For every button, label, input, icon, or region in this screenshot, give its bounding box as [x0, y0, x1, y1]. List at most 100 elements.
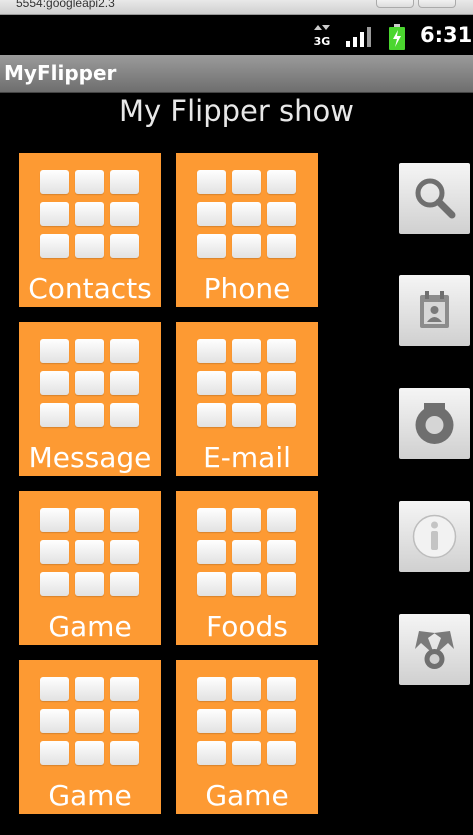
grid-cell	[75, 403, 104, 427]
grid-cell	[197, 540, 226, 564]
emulator-minimize-button[interactable]	[376, 0, 414, 8]
grid-cell	[197, 677, 226, 701]
grid-cell	[40, 741, 69, 765]
grid-cell	[75, 339, 104, 363]
grid-cell	[197, 403, 226, 427]
grid-cell	[267, 540, 296, 564]
grid-cell	[267, 677, 296, 701]
grid-cell	[197, 508, 226, 532]
grid-cell	[232, 572, 261, 596]
grid-cell	[75, 170, 104, 194]
grid-cell	[197, 371, 226, 395]
emulator-maximize-button[interactable]	[418, 0, 456, 8]
tile-label: Game	[205, 779, 289, 812]
grid-cell	[197, 572, 226, 596]
grid-cell	[110, 508, 139, 532]
grid-cell	[40, 170, 69, 194]
share-icon	[415, 631, 454, 669]
tile-label: Contacts	[28, 272, 152, 305]
grid-cell	[40, 234, 69, 258]
tile-foods[interactable]: Foods	[176, 491, 318, 645]
grid-cell	[197, 202, 226, 226]
status-time: 6:31	[420, 23, 473, 47]
tile-contacts[interactable]: Contacts	[19, 153, 161, 307]
tile-phone[interactable]: Phone	[176, 153, 318, 307]
search-button[interactable]	[399, 163, 470, 234]
emulator-window-title: 5554:googleapi2.3	[16, 0, 115, 10]
app-grid-icon	[40, 339, 140, 429]
grid-cell	[197, 709, 226, 733]
tile-label: Message	[28, 441, 152, 474]
grid-cell	[267, 339, 296, 363]
status-bar: 3G 6:31	[0, 15, 473, 55]
tile-label: Foods	[206, 610, 288, 643]
grid-cell	[110, 339, 139, 363]
3g-data-icon: 3G	[314, 25, 331, 48]
grid-cell	[197, 234, 226, 258]
grid-cell	[110, 403, 139, 427]
app-title: MyFlipper	[4, 61, 117, 85]
grid-cell	[75, 741, 104, 765]
page-heading: My Flipper show	[119, 94, 354, 128]
grid-cell	[267, 170, 296, 194]
grid-cell	[232, 403, 261, 427]
grid-cell	[40, 508, 69, 532]
info-icon	[412, 514, 457, 559]
grid-cell	[40, 540, 69, 564]
tile-game-3[interactable]: Game	[176, 660, 318, 814]
grid-cell	[75, 540, 104, 564]
grid-cell	[232, 741, 261, 765]
settings-button[interactable]	[399, 388, 470, 459]
grid-cell	[267, 572, 296, 596]
grid-cell	[75, 677, 104, 701]
grid-cell	[232, 709, 261, 733]
grid-cell	[232, 371, 261, 395]
contact-calendar-button[interactable]	[399, 275, 470, 346]
grid-cell	[110, 709, 139, 733]
grid-cell	[267, 371, 296, 395]
info-button[interactable]	[399, 501, 470, 572]
settings-gear-icon	[415, 403, 454, 444]
app-grid-icon	[197, 170, 297, 260]
tile-label: Game	[48, 610, 132, 643]
app-grid-icon	[197, 508, 297, 598]
tile-game-2[interactable]: Game	[19, 660, 161, 814]
grid-cell	[232, 339, 261, 363]
grid-cell	[75, 234, 104, 258]
grid-cell	[75, 508, 104, 532]
grid-cell	[75, 371, 104, 395]
grid-cell	[267, 202, 296, 226]
grid-cell	[267, 403, 296, 427]
app-grid-icon	[40, 508, 140, 598]
grid-cell	[232, 202, 261, 226]
tile-label: Phone	[203, 272, 291, 305]
tile-message[interactable]: Message	[19, 322, 161, 476]
tile-game[interactable]: Game	[19, 491, 161, 645]
grid-cell	[40, 403, 69, 427]
grid-cell	[75, 709, 104, 733]
grid-cell	[75, 202, 104, 226]
app-grid-icon	[40, 170, 140, 260]
grid-cell	[110, 202, 139, 226]
app-grid-icon	[40, 677, 140, 767]
grid-cell	[110, 371, 139, 395]
grid-cell	[40, 371, 69, 395]
tile-label: Game	[48, 779, 132, 812]
share-button[interactable]	[399, 614, 470, 685]
emulator-window-bar: 5554:googleapi2.3	[0, 0, 473, 15]
grid-cell	[197, 339, 226, 363]
grid-cell	[110, 741, 139, 765]
grid-cell	[110, 540, 139, 564]
grid-cell	[110, 677, 139, 701]
grid-cell	[40, 572, 69, 596]
network-type-label: 3G	[314, 35, 331, 48]
grid-cell	[267, 741, 296, 765]
grid-cell	[197, 170, 226, 194]
grid-cell	[232, 677, 261, 701]
tile-email[interactable]: E-mail	[176, 322, 318, 476]
grid-cell	[267, 234, 296, 258]
app-title-bar: MyFlipper	[0, 55, 473, 93]
grid-cell	[40, 709, 69, 733]
grid-cell	[40, 677, 69, 701]
grid-cell	[197, 741, 226, 765]
